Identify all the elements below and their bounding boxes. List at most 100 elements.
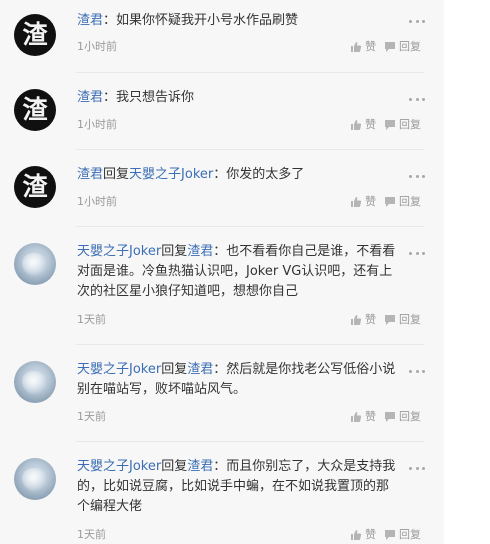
comment-time: 1天前	[77, 313, 106, 326]
author-link[interactable]: 天嬰之子Joker	[77, 244, 161, 259]
comment-actions: 赞 回复	[342, 528, 421, 542]
more-menu-button[interactable]	[409, 465, 425, 471]
more-dot	[422, 97, 425, 101]
thumbs-up-icon	[351, 197, 362, 207]
reply-button[interactable]: 回复	[384, 195, 421, 209]
more-dot	[422, 174, 425, 178]
author-link[interactable]: 渣君	[77, 90, 103, 105]
comment-text: 渣君：我只想告诉你	[77, 88, 397, 108]
comment-actions: 赞 回复	[342, 40, 421, 54]
avatar-image	[22, 253, 48, 277]
reply-button[interactable]: 回复	[384, 118, 421, 132]
thumbs-up-icon	[351, 530, 362, 540]
more-dot	[415, 251, 419, 255]
more-dot	[415, 97, 419, 101]
comment-text: 天嬰之子Joker回复渣君：而且你别忘了，大众是支持我的，比如说豆腐，比如说手中…	[77, 457, 397, 517]
more-dot	[422, 251, 425, 255]
reply-word: 回复	[161, 459, 188, 474]
more-dot	[422, 369, 425, 373]
comment-body: 如果你怀疑我开小号水作品刷赞	[116, 13, 299, 28]
more-dots-icon	[409, 466, 412, 470]
comment-actions: 赞 回复	[342, 118, 421, 132]
like-button[interactable]: 赞	[350, 195, 376, 209]
comment-time: 1天前	[77, 410, 106, 423]
page-margin	[444, 0, 490, 544]
avatar[interactable]: 渣	[14, 166, 56, 208]
more-menu-button[interactable]	[409, 173, 425, 179]
more-menu-button[interactable]	[409, 96, 425, 102]
like-label: 赞	[365, 410, 376, 423]
avatar-glyph: 渣	[22, 20, 48, 49]
like-button[interactable]: 赞	[350, 528, 376, 542]
avatar-image	[22, 371, 48, 395]
comment-text: 天嬰之子Joker回复渣君：也不看看你自己是谁，不看看对面是谁。冷鱼热猫认识吧，…	[77, 242, 397, 302]
like-button[interactable]: 赞	[350, 410, 376, 424]
author-link[interactable]: 天嬰之子Joker	[77, 459, 161, 474]
avatar[interactable]	[14, 243, 56, 285]
reply-label: 回复	[399, 313, 421, 326]
divider	[76, 344, 424, 345]
author-link[interactable]: 渣君	[77, 13, 103, 28]
reply-label: 回复	[399, 528, 421, 541]
reply-target-link[interactable]: 天嬰之子Joker	[129, 167, 213, 182]
reply-label: 回复	[399, 40, 421, 53]
like-label: 赞	[365, 40, 376, 53]
comment-bubble-icon	[385, 315, 395, 325]
more-menu-button[interactable]	[409, 368, 425, 374]
comment-bubble-icon	[385, 530, 395, 540]
more-menu-button[interactable]	[409, 18, 425, 24]
reply-button[interactable]: 回复	[384, 528, 421, 542]
more-menu-button[interactable]	[409, 250, 425, 256]
thumbs-up-icon	[351, 412, 362, 422]
author-link[interactable]: 渣君	[77, 167, 103, 182]
separator: ：	[213, 167, 227, 182]
reply-target-link[interactable]: 渣君	[187, 362, 213, 377]
like-button[interactable]: 赞	[350, 40, 376, 54]
comment-actions: 赞 回复	[342, 195, 421, 209]
reply-button[interactable]: 回复	[384, 410, 421, 424]
comment-text: 渣君：如果你怀疑我开小号水作品刷赞	[77, 11, 397, 31]
separator: ：	[213, 362, 227, 377]
avatar[interactable]: 渣	[14, 89, 56, 131]
comment-panel: 渣 渣君：如果你怀疑我开小号水作品刷赞 1小时前 赞 回复 渣 渣君：我只想告诉…	[0, 0, 444, 544]
separator: ：	[213, 459, 227, 474]
like-button[interactable]: 赞	[350, 118, 376, 132]
avatar-glyph: 渣	[22, 172, 48, 201]
more-dots-icon	[409, 97, 412, 101]
comment-time: 1小时前	[77, 40, 117, 53]
reply-label: 回复	[399, 195, 421, 208]
avatar[interactable]	[14, 458, 56, 500]
more-dot	[415, 369, 419, 373]
more-dots-icon	[409, 251, 412, 255]
divider	[76, 441, 424, 442]
more-dot	[422, 19, 425, 23]
more-dot	[422, 466, 425, 470]
avatar[interactable]	[14, 361, 56, 403]
author-link[interactable]: 天嬰之子Joker	[77, 362, 161, 377]
reply-target-link[interactable]: 渣君	[187, 459, 213, 474]
reply-word: 回复	[161, 362, 188, 377]
like-label: 赞	[365, 118, 376, 131]
comment-actions: 赞 回复	[342, 313, 421, 327]
like-button[interactable]: 赞	[350, 313, 376, 327]
thumbs-up-icon	[351, 42, 362, 52]
reply-word: 回复	[103, 167, 130, 182]
reply-button[interactable]: 回复	[384, 40, 421, 54]
more-dot	[415, 466, 419, 470]
reply-word: 回复	[161, 244, 188, 259]
comment-text: 天嬰之子Joker回复渣君：然后就是你找老公写低俗小说别在喵站写，败坏喵站风气。	[77, 360, 397, 400]
reply-button[interactable]: 回复	[384, 313, 421, 327]
separator: ：	[103, 13, 117, 28]
like-label: 赞	[365, 195, 376, 208]
avatar-glyph: 渣	[22, 95, 48, 124]
reply-target-link[interactable]: 渣君	[187, 244, 213, 259]
more-dots-icon	[409, 174, 412, 178]
comment-body: 你发的太多了	[226, 167, 305, 182]
like-label: 赞	[365, 528, 376, 541]
like-label: 赞	[365, 313, 376, 326]
separator: ：	[103, 90, 117, 105]
comment-bubble-icon	[385, 42, 395, 52]
comment-bubble-icon	[385, 412, 395, 422]
more-dots-icon	[409, 369, 412, 373]
avatar[interactable]: 渣	[14, 14, 56, 56]
